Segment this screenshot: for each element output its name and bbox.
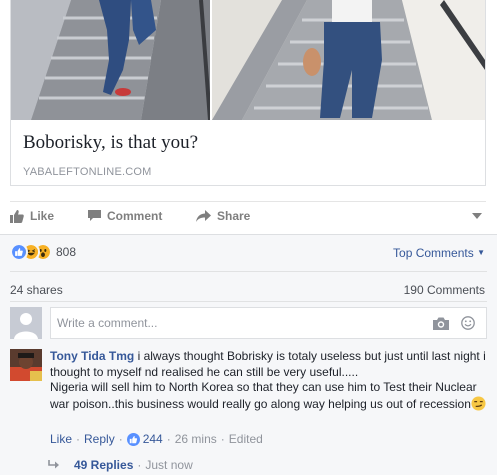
comment-label: Comment xyxy=(107,209,163,223)
chevron-down-icon: ▼ xyxy=(477,248,485,257)
reaction-count: 808 xyxy=(56,245,77,259)
thumbs-up-icon xyxy=(10,209,24,223)
separator-dot: · xyxy=(220,432,225,446)
comment-reply-button[interactable]: Reply xyxy=(84,432,115,446)
separator-dot: · xyxy=(76,432,81,446)
link-preview-images[interactable] xyxy=(11,0,485,120)
current-user-avatar xyxy=(10,307,42,339)
comment-like-button[interactable]: Like xyxy=(50,432,72,446)
replies-timestamp: Just now xyxy=(145,458,193,472)
divider xyxy=(10,301,487,302)
comment-sort-dropdown[interactable]: Top Comments ▼ xyxy=(393,246,485,260)
separator-dot: · xyxy=(118,432,123,446)
share-arrow-icon xyxy=(196,210,211,222)
link-title[interactable]: Boborisky, is that you? xyxy=(23,132,198,154)
like-reaction-icon xyxy=(10,243,28,261)
like-count-icon xyxy=(126,432,140,446)
reply-arrow-icon xyxy=(48,460,59,469)
comment-text-continued: Nigeria will sell him to North Korea so … xyxy=(50,380,477,411)
like-button[interactable]: Like xyxy=(10,209,54,223)
separator-dot: · xyxy=(137,458,142,472)
replies-count[interactable]: 49 Replies xyxy=(74,458,133,472)
camera-icon[interactable] xyxy=(433,317,449,330)
like-label: Like xyxy=(30,209,55,223)
comment-sort-label: Top Comments xyxy=(393,246,474,260)
shares-count[interactable]: 24 shares xyxy=(10,283,63,297)
feedback-section: 808 Top Comments ▼ 24 shares 190 Comment… xyxy=(0,234,497,475)
comments-count[interactable]: 190 Comments xyxy=(404,283,485,297)
reactions-summary[interactable]: 808 xyxy=(10,243,76,261)
post-options-chevron-icon[interactable] xyxy=(472,213,482,219)
comment-actions: Like · Reply · 244 · 26 mins · Edited xyxy=(50,432,263,446)
comment-like-count[interactable]: 244 xyxy=(143,432,163,446)
comment-icon xyxy=(88,210,101,221)
comment-author-avatar[interactable] xyxy=(10,349,42,381)
post-action-bar: Like Comment Share xyxy=(10,201,486,231)
smirk-emoji-icon xyxy=(471,395,486,411)
preview-image-right xyxy=(212,0,485,120)
share-label: Share xyxy=(217,209,251,223)
comment-body: Tony Tida Tmg i always thought Bobrisky … xyxy=(50,349,487,412)
link-domain: YABALEFTONLINE.COM xyxy=(23,166,152,178)
divider xyxy=(10,271,487,272)
comment-author-name[interactable]: Tony Tida Tmg xyxy=(50,349,134,363)
link-preview-card[interactable]: Boborisky, is that you? YABALEFTONLINE.C… xyxy=(10,0,486,186)
comment-edited-label[interactable]: Edited xyxy=(229,432,263,446)
preview-image-left xyxy=(11,0,210,120)
facebook-post: Boborisky, is that you? YABALEFTONLINE.C… xyxy=(0,0,497,475)
comment-timestamp[interactable]: 26 mins xyxy=(175,432,217,446)
comment-button[interactable]: Comment xyxy=(88,209,162,223)
comment-input[interactable] xyxy=(50,307,487,339)
write-comment-row xyxy=(10,307,487,340)
share-button[interactable]: Share xyxy=(196,209,250,223)
emoji-picker-icon[interactable] xyxy=(461,316,475,330)
replies-link[interactable]: 49 Replies · Just now xyxy=(48,458,193,472)
separator-dot: · xyxy=(166,432,171,446)
